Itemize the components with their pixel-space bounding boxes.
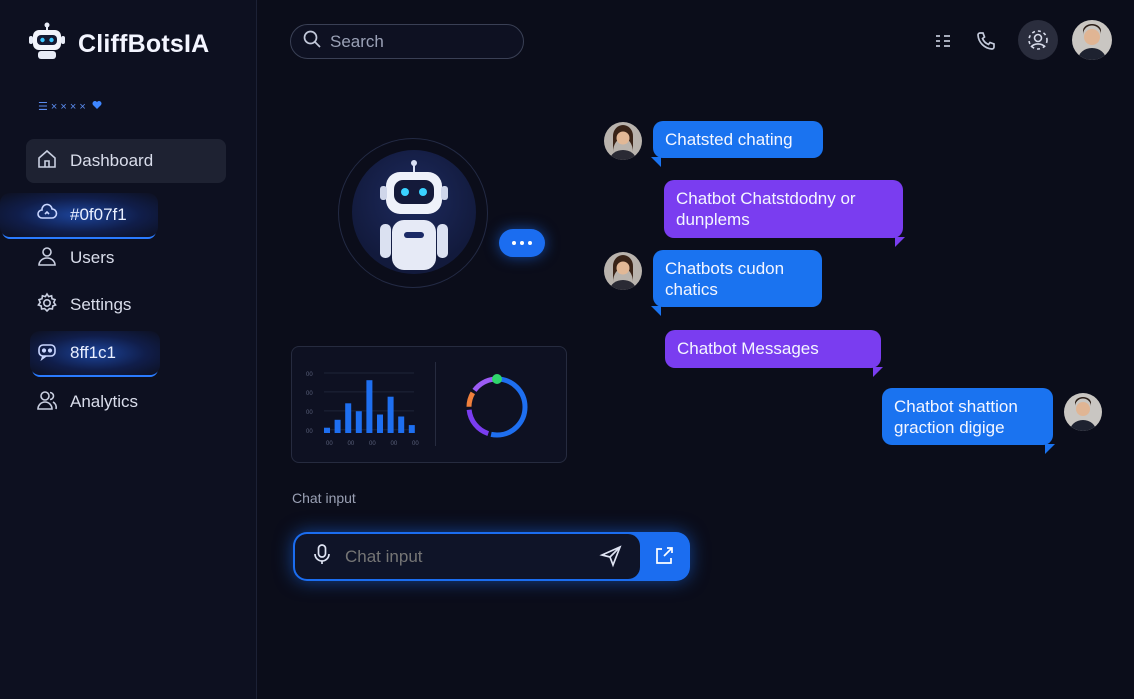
sidebar-item-label: 8ff1c1 <box>70 343 117 362</box>
chat-input[interactable] <box>345 546 575 567</box>
sidebar-item-label: Analytics <box>70 392 139 411</box>
message-text: Chatbot Chatstdodny or dunplems <box>676 189 856 229</box>
typing-indicator <box>499 229 545 257</box>
sidebar-item-chatbot[interactable]: 8ff1c1 <box>30 331 160 375</box>
bar-chart: 00 00 00 00 00 00 00 00 00 <box>306 372 419 447</box>
user-icon <box>36 245 58 272</box>
sidebar-item-label: Settings <box>70 295 132 314</box>
bar <box>345 403 352 433</box>
robot-logo-icon <box>28 22 66 67</box>
bar <box>324 427 330 433</box>
message-bubble[interactable]: Chatbot Chatstdodny or dunplems <box>664 180 905 247</box>
sidebar-item-analytics[interactable]: Analytics <box>26 380 226 424</box>
chat-bot-icon <box>36 340 58 367</box>
message-text: Chatbots cudon chatics <box>665 259 785 299</box>
microphone-icon[interactable] <box>313 543 331 570</box>
sidebar-item-label: Users <box>70 248 115 267</box>
bot-illustration <box>352 150 476 274</box>
phone-icon[interactable] <box>973 28 999 54</box>
list-icon[interactable] <box>930 28 956 54</box>
message-bubble[interactable]: Chatbot Messages <box>665 330 883 377</box>
search-input[interactable] <box>330 31 510 52</box>
chat-input-label: Chat input <box>292 490 356 506</box>
gear-icon <box>36 291 58 319</box>
x-tick-label: 00 <box>391 441 398 447</box>
x-tick-label: 00 <box>369 441 376 447</box>
chat-composer <box>293 532 690 581</box>
home-icon <box>36 148 58 175</box>
x-tick-label: 00 <box>412 441 419 447</box>
sidebar-item-users[interactable]: Users <box>26 236 226 280</box>
bar <box>387 396 394 433</box>
profile-icon[interactable] <box>1018 20 1058 60</box>
message-bubble[interactable]: Chatbots cudon chatics <box>651 250 822 316</box>
x-tick-label: 00 <box>348 441 355 447</box>
sidebar-item-label: Dashboard <box>70 151 154 170</box>
cloud-sync-icon <box>36 202 58 229</box>
message-bubble[interactable]: Chatsted chating <box>651 121 823 167</box>
sidebar: CliffBotsIA ☰ × × × × Dashboard #0f07f1 … <box>0 0 257 699</box>
sidebar-item-settings[interactable]: Settings <box>26 283 226 327</box>
user-avatar[interactable] <box>1072 20 1112 60</box>
analytics-card: 00 00 00 00 00 00 00 00 00 <box>291 346 567 463</box>
y-tick-label: 00 <box>306 391 313 397</box>
y-tick-label: 00 <box>306 410 313 416</box>
y-tick-label: 00 <box>306 429 313 435</box>
sidebar-toolbar[interactable]: ☰ × × × × <box>38 100 102 113</box>
heart-icon <box>92 100 102 113</box>
bar <box>398 416 405 433</box>
compose-icon[interactable] <box>653 545 675 572</box>
message-text: Chatsted chating <box>665 130 793 149</box>
app-title: CliffBotsIA <box>78 30 210 58</box>
chat-field[interactable] <box>295 534 640 579</box>
bar <box>377 414 383 433</box>
brand[interactable]: CliffBotsIA <box>28 22 209 67</box>
y-tick-label: 00 <box>306 372 313 378</box>
card-divider <box>435 362 436 446</box>
message-bubble[interactable]: Chatbot shattion graction digige <box>882 388 1055 454</box>
toolbar-text: ☰ × × × × <box>38 101 86 113</box>
user-message-avatar[interactable] <box>1064 393 1102 431</box>
x-tick-label: 00 <box>326 441 333 447</box>
users-icon <box>36 389 58 416</box>
bar <box>408 425 415 433</box>
send-icon[interactable] <box>599 544 623 573</box>
message-text: Chatbot shattion graction digige <box>894 397 1018 437</box>
ring-chart <box>466 374 528 438</box>
bar <box>355 411 362 433</box>
sidebar-item-label: #0f07f1 <box>70 205 127 224</box>
search-bar[interactable] <box>290 24 524 59</box>
bar <box>334 419 341 433</box>
sidebar-item-dashboard[interactable]: Dashboard <box>26 139 226 183</box>
sidebar-item-sync[interactable]: #0f07f1 <box>0 193 158 237</box>
contact-avatar[interactable] <box>604 122 642 160</box>
bar <box>366 380 373 433</box>
ring-marker <box>492 374 502 384</box>
search-icon <box>302 29 322 54</box>
message-text: Chatbot Messages <box>677 339 819 358</box>
contact-avatar[interactable] <box>604 252 642 290</box>
